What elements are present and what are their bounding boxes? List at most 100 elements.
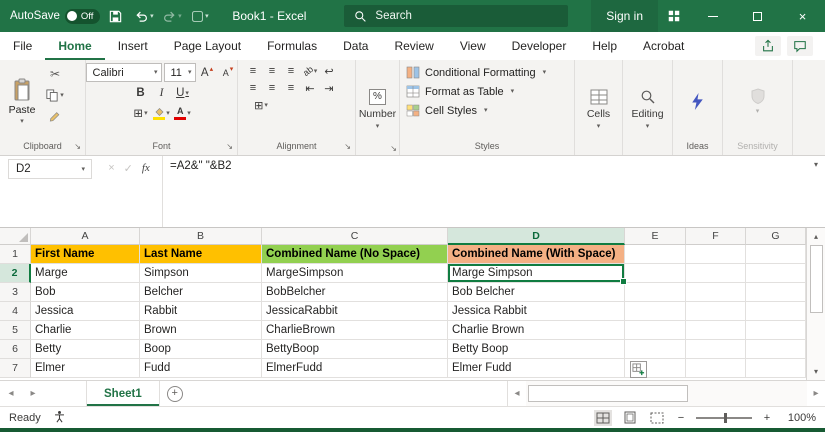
cell-F5[interactable] (686, 321, 746, 340)
copy-button[interactable]: ▾ (42, 86, 68, 104)
cell-B5[interactable]: Brown (140, 321, 262, 340)
column-header-C[interactable]: C (262, 228, 448, 245)
insert-function-button[interactable]: fx (142, 162, 150, 227)
zoom-level[interactable]: 100% (782, 412, 816, 424)
ribbon-display-options-button[interactable] (658, 0, 690, 32)
cell-E1[interactable] (625, 245, 686, 264)
cell-B1[interactable]: Last Name (140, 245, 262, 264)
align-bottom-button[interactable]: ≡ (282, 63, 300, 79)
horizontal-scroll-track[interactable] (526, 381, 807, 406)
column-header-B[interactable]: B (140, 228, 262, 245)
bold-button[interactable]: B (131, 84, 150, 102)
vertical-scroll-thumb[interactable] (810, 245, 823, 313)
search-input[interactable]: Search (344, 5, 568, 27)
merge-center-button[interactable]: ⊞▾ (244, 97, 278, 113)
cell-B2[interactable]: Simpson (140, 264, 262, 283)
page-break-view-button[interactable] (648, 410, 666, 426)
row-header-6[interactable]: 6 (0, 340, 31, 359)
cell-C3[interactable]: BobBelcher (262, 283, 448, 302)
formula-bar-collapse-button[interactable]: ▾ (814, 160, 818, 169)
cell-A3[interactable]: Bob (31, 283, 140, 302)
cell-F2[interactable] (686, 264, 746, 283)
zoom-slider-knob[interactable] (724, 413, 727, 423)
sheet-nav-right-button[interactable]: ▸ (22, 381, 44, 406)
alignment-dialog-launcher[interactable]: ↘ (344, 140, 351, 153)
cell-G1[interactable] (746, 245, 806, 264)
orientation-button[interactable]: ab▾ (301, 63, 319, 79)
scroll-down-button[interactable]: ▾ (807, 363, 825, 380)
decrease-indent-button[interactable]: ⇤ (301, 80, 319, 96)
scroll-left-button[interactable]: ◂ (508, 388, 526, 399)
cell-G6[interactable] (746, 340, 806, 359)
cell-styles-button[interactable]: Cell Styles ▾ (406, 102, 572, 119)
cell-A2[interactable]: Marge (31, 264, 140, 283)
undo-menu-chevron-icon[interactable]: ▾ (150, 12, 154, 20)
cell-A1[interactable]: First Name (31, 245, 140, 264)
cell-G4[interactable] (746, 302, 806, 321)
row-header-2[interactable]: 2 (0, 264, 31, 283)
tab-developer[interactable]: Developer (499, 32, 580, 60)
underline-button[interactable]: U▾ (173, 84, 192, 102)
comments-button[interactable] (787, 36, 813, 56)
horizontal-scroll-thumb[interactable] (528, 385, 688, 402)
cut-button[interactable]: ✂ (42, 65, 68, 83)
cell-D2-selected[interactable]: Marge Simpson (448, 264, 625, 283)
tab-formulas[interactable]: Formulas (254, 32, 330, 60)
zoom-slider[interactable] (696, 417, 752, 419)
sensitivity-button[interactable]: ▾ (725, 63, 790, 140)
vertical-scrollbar[interactable]: ▴ ▾ (806, 228, 825, 380)
cell-B7[interactable]: Fudd (140, 359, 262, 378)
column-header-F[interactable]: F (686, 228, 746, 245)
customize-qat-button[interactable]: ▾ (187, 3, 212, 29)
tab-review[interactable]: Review (381, 32, 446, 60)
cell-F3[interactable] (686, 283, 746, 302)
cell-E5[interactable] (625, 321, 686, 340)
cell-F4[interactable] (686, 302, 746, 321)
enter-entry-button[interactable]: ✓ (124, 162, 133, 227)
cell-E6[interactable] (625, 340, 686, 359)
borders-button[interactable]: ⊞▾ (131, 104, 150, 122)
cell-C1[interactable]: Combined Name (No Space) (262, 245, 448, 264)
cell-E4[interactable] (625, 302, 686, 321)
cancel-entry-button[interactable]: × (108, 162, 114, 227)
cell-E3[interactable] (625, 283, 686, 302)
autosave-switch[interactable]: Off (65, 9, 101, 24)
italic-button[interactable]: I (152, 84, 171, 102)
name-box[interactable]: D2 ▾ (8, 159, 92, 179)
cell-C7[interactable]: ElmerFudd (262, 359, 448, 378)
column-header-A[interactable]: A (31, 228, 140, 245)
horizontal-scrollbar[interactable]: ◂ ▸ (507, 381, 825, 406)
cell-A4[interactable]: Jessica (31, 302, 140, 321)
decrease-font-size-button[interactable]: A▾ (219, 64, 238, 82)
formula-input[interactable]: =A2&" "&B2 ▾ (162, 156, 825, 227)
cell-F1[interactable] (686, 245, 746, 264)
font-dialog-launcher[interactable]: ↘ (226, 140, 233, 153)
font-name-select[interactable]: Calibri ▾ (86, 63, 162, 82)
new-sheet-button[interactable]: + (160, 381, 190, 406)
cell-D7[interactable]: Elmer Fudd (448, 359, 625, 378)
cell-G5[interactable] (746, 321, 806, 340)
cell-D3[interactable]: Bob Belcher (448, 283, 625, 302)
format-painter-button[interactable] (42, 107, 68, 125)
cell-C5[interactable]: CharlieBrown (262, 321, 448, 340)
font-size-select[interactable]: 11 ▾ (164, 63, 196, 82)
cell-C2[interactable]: MargeSimpson (262, 264, 448, 283)
row-header-5[interactable]: 5 (0, 321, 31, 340)
column-header-E[interactable]: E (625, 228, 686, 245)
cell-C4[interactable]: JessicaRabbit (262, 302, 448, 321)
align-center-button[interactable]: ≡ (263, 80, 281, 96)
clipboard-dialog-launcher[interactable]: ↘ (74, 140, 81, 153)
cell-D6[interactable]: Betty Boop (448, 340, 625, 359)
tab-acrobat[interactable]: Acrobat (630, 32, 697, 60)
cell-B3[interactable]: Belcher (140, 283, 262, 302)
sheet-tab-sheet1[interactable]: Sheet1 (86, 381, 160, 406)
cell-B6[interactable]: Boop (140, 340, 262, 359)
cell-G2[interactable] (746, 264, 806, 283)
wrap-text-button[interactable]: ↩ (320, 63, 338, 79)
row-header-4[interactable]: 4 (0, 302, 31, 321)
redo-button[interactable]: ▾ (159, 3, 184, 29)
increase-font-size-button[interactable]: A▴ (198, 64, 217, 82)
cell-A5[interactable]: Charlie (31, 321, 140, 340)
align-left-button[interactable]: ≡ (244, 80, 262, 96)
cells-button[interactable]: Cells ▾ (577, 63, 620, 155)
